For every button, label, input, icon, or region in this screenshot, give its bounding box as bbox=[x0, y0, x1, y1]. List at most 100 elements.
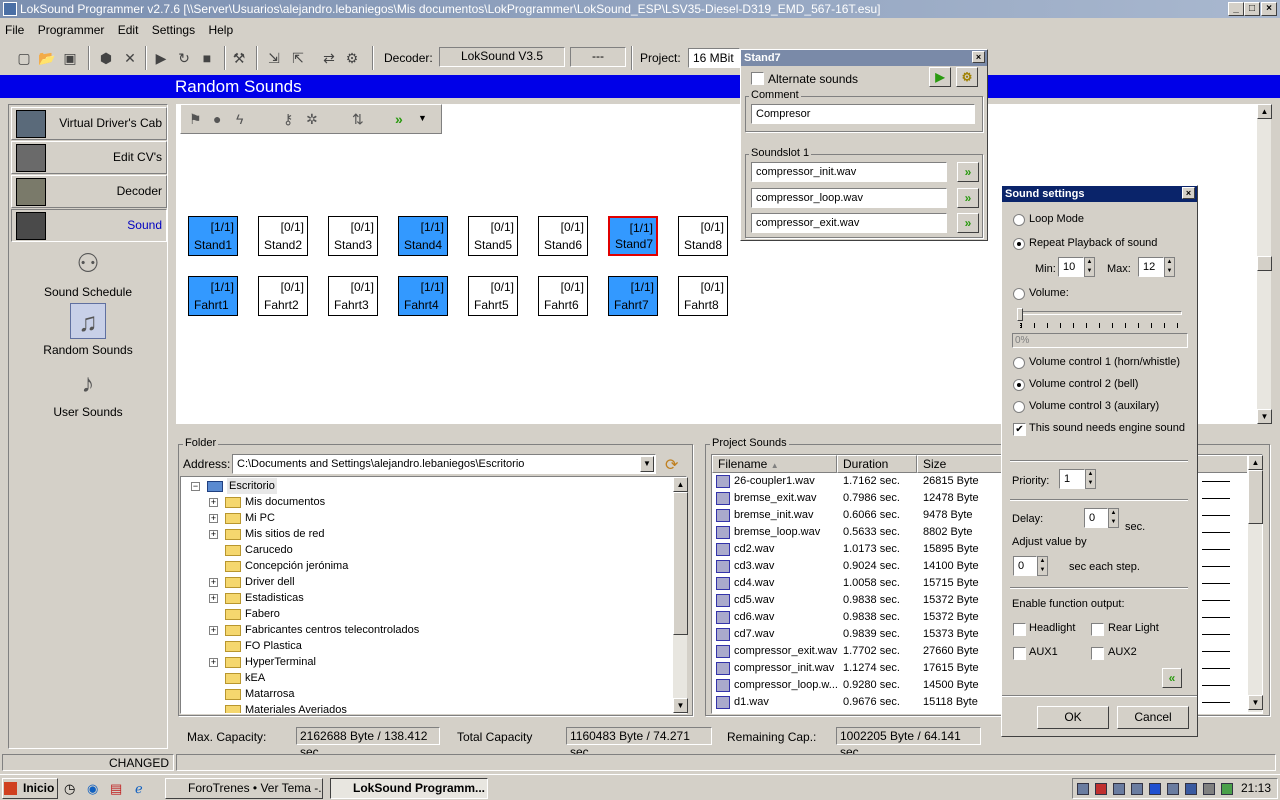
engine-sound-checkbox[interactable]: ✔ bbox=[1013, 423, 1026, 436]
project-size-select[interactable]: 16 MBit bbox=[688, 48, 740, 68]
sound-slot-stand5[interactable]: [0/1] Stand5 bbox=[468, 216, 518, 256]
nav-sound[interactable]: Sound bbox=[11, 209, 167, 242]
priority-spinner[interactable]: ▲ ▼ bbox=[1085, 469, 1096, 489]
task-forotrenes[interactable]: ForoTrenes • Ver Tema -... bbox=[165, 778, 323, 799]
quicklaunch-app-icon[interactable]: ▤ bbox=[110, 781, 122, 797]
link-random-sounds[interactable]: ♫ Random Sounds bbox=[9, 303, 167, 357]
expand-icon[interactable]: + bbox=[209, 626, 218, 635]
menu-file[interactable]: File bbox=[0, 20, 29, 37]
headlight-checkbox[interactable] bbox=[1013, 623, 1026, 636]
close-icon[interactable]: × bbox=[1182, 187, 1195, 199]
nav-edit-cvs[interactable]: Edit CV's bbox=[11, 141, 167, 174]
lightning-icon[interactable]: ϟ bbox=[236, 111, 243, 127]
link-user-sounds[interactable]: ♪ User Sounds bbox=[9, 365, 167, 419]
sound-slot-fahrt7[interactable]: [1/1] Fahrt7 bbox=[608, 276, 658, 316]
close-button[interactable]: × bbox=[1261, 2, 1277, 16]
loop-sound-field[interactable]: compressor_loop.wav bbox=[751, 188, 947, 208]
scroll-thumb[interactable] bbox=[1248, 470, 1263, 524]
sound-slot-stand3[interactable]: [0/1] Stand3 bbox=[328, 216, 378, 256]
tray-volume-icon[interactable] bbox=[1221, 783, 1233, 795]
play-icon[interactable]: ▶ bbox=[929, 67, 951, 87]
assign-loop-icon[interactable]: » bbox=[957, 188, 979, 208]
col-filename[interactable]: Filename ▲ bbox=[712, 455, 837, 473]
scroll-down-icon[interactable]: ▼ bbox=[673, 698, 688, 713]
tray-bluetooth-icon[interactable] bbox=[1149, 783, 1161, 795]
menu-programmer[interactable]: Programmer bbox=[33, 20, 110, 37]
volume-slider-thumb[interactable] bbox=[1017, 308, 1023, 321]
sound-slot-fahrt3[interactable]: [0/1] Fahrt3 bbox=[328, 276, 378, 316]
sound-slot-stand4[interactable]: [1/1] Stand4 bbox=[398, 216, 448, 256]
tray-shield-icon[interactable] bbox=[1185, 783, 1197, 795]
apply-functions-icon[interactable]: « bbox=[1162, 668, 1182, 688]
scroll-thumb[interactable] bbox=[673, 492, 688, 635]
sound-slot-fahrt1[interactable]: [1/1] Fahrt1 bbox=[188, 276, 238, 316]
expand-icon[interactable]: + bbox=[209, 658, 218, 667]
scroll-down-icon[interactable]: ▼ bbox=[1257, 409, 1272, 424]
max-spinner[interactable]: ▲ ▼ bbox=[1164, 257, 1175, 277]
adjust-input[interactable]: 0 bbox=[1013, 556, 1037, 576]
sound-slot-stand8[interactable]: [0/1] Stand8 bbox=[678, 216, 728, 256]
init-sound-field[interactable]: compressor_init.wav bbox=[751, 162, 947, 182]
scroll-down-icon[interactable]: ▼ bbox=[1248, 695, 1263, 710]
comment-input[interactable]: Compresor bbox=[751, 104, 975, 124]
nav-decoder[interactable]: Decoder bbox=[11, 175, 167, 208]
disconnect-icon[interactable]: ✕ bbox=[120, 48, 140, 68]
expand-icon[interactable]: + bbox=[209, 530, 218, 539]
menu-help[interactable]: Help bbox=[203, 20, 238, 37]
sound-slot-stand1[interactable]: [1/1] Stand1 bbox=[188, 216, 238, 256]
address-dropdown-icon[interactable]: ▼ bbox=[640, 456, 654, 472]
tray-disconnected-icon[interactable] bbox=[1095, 783, 1107, 795]
wrench-icon[interactable]: ⚒ bbox=[229, 48, 249, 68]
decoder-options-button[interactable]: --- bbox=[570, 47, 626, 67]
menu-settings[interactable]: Settings bbox=[147, 20, 200, 37]
cancel-button[interactable]: Cancel bbox=[1117, 706, 1189, 729]
alternate-sounds-checkbox[interactable] bbox=[751, 72, 764, 85]
tree-scrollbar[interactable]: ▲ ▼ bbox=[672, 477, 688, 713]
adjust-spinner[interactable]: ▲ ▼ bbox=[1037, 556, 1048, 576]
min-spinner[interactable]: ▲ ▼ bbox=[1084, 257, 1095, 277]
network-icon[interactable]: ⚙ bbox=[342, 48, 362, 68]
scroll-up-icon[interactable]: ▲ bbox=[1257, 104, 1272, 119]
expand-icon[interactable]: + bbox=[209, 578, 218, 587]
sound-slot-fahrt4[interactable]: [1/1] Fahrt4 bbox=[398, 276, 448, 316]
dropdown-arrow-icon[interactable]: ▼ bbox=[418, 113, 427, 123]
sound-slot-stand6[interactable]: [0/1] Stand6 bbox=[538, 216, 588, 256]
play-icon[interactable]: ▶ bbox=[151, 48, 171, 68]
sound-slot-stand7[interactable]: [1/1] Stand7 bbox=[608, 216, 658, 256]
scroll-up-icon[interactable]: ▲ bbox=[1248, 455, 1263, 470]
horn-icon[interactable]: ⚑ bbox=[189, 111, 202, 128]
loop-mode-radio[interactable] bbox=[1013, 214, 1025, 226]
minimize-button[interactable]: _ bbox=[1228, 2, 1244, 16]
ok-button[interactable]: OK bbox=[1037, 706, 1109, 729]
close-icon[interactable]: × bbox=[972, 51, 985, 63]
scroll-up-icon[interactable]: ▲ bbox=[673, 477, 688, 492]
nav-virtual-drivers-cab[interactable]: Virtual Driver's Cab bbox=[11, 107, 167, 140]
loop-icon[interactable]: ↻ bbox=[174, 48, 194, 68]
aux1-checkbox[interactable] bbox=[1013, 647, 1026, 660]
sound-slot-stand2[interactable]: [0/1] Stand2 bbox=[258, 216, 308, 256]
repeat-playback-radio[interactable] bbox=[1013, 238, 1025, 250]
connect-icon[interactable]: ⬢ bbox=[96, 48, 116, 68]
sound-slot-fahrt6[interactable]: [0/1] Fahrt6 bbox=[538, 276, 588, 316]
volume-radio[interactable] bbox=[1013, 288, 1025, 300]
link-sound-schedule[interactable]: ⚇ Sound Schedule bbox=[9, 245, 167, 299]
aux2-checkbox[interactable] bbox=[1091, 647, 1104, 660]
exit-sound-field[interactable]: compressor_exit.wav bbox=[751, 213, 947, 233]
address-field[interactable]: C:\Documents and Settings\alejandro.leba… bbox=[232, 454, 656, 474]
sounds-scrollbar[interactable]: ▲ ▼ bbox=[1247, 455, 1263, 712]
forward-icon[interactable]: » bbox=[395, 111, 403, 127]
tray-network-icon[interactable] bbox=[1077, 783, 1089, 795]
delay-input[interactable]: 0 bbox=[1084, 508, 1108, 528]
volume-control-3-radio[interactable] bbox=[1013, 401, 1025, 413]
drop-icon[interactable]: ● bbox=[213, 111, 221, 127]
expand-icon[interactable]: + bbox=[209, 594, 218, 603]
settings-icon[interactable]: ⚙ bbox=[956, 67, 978, 87]
task-lokprogrammer[interactable]: LokSound Programm... bbox=[330, 778, 488, 799]
sound-slot-fahrt5[interactable]: [0/1] Fahrt5 bbox=[468, 276, 518, 316]
sound-slot-fahrt2[interactable]: [0/1] Fahrt2 bbox=[258, 276, 308, 316]
stop-icon[interactable]: ■ bbox=[197, 48, 217, 68]
expand-icon[interactable]: + bbox=[209, 498, 218, 507]
delay-spinner[interactable]: ▲ ▼ bbox=[1108, 508, 1119, 528]
collapse-icon[interactable]: − bbox=[191, 482, 200, 491]
expand-icon[interactable]: + bbox=[209, 514, 218, 523]
